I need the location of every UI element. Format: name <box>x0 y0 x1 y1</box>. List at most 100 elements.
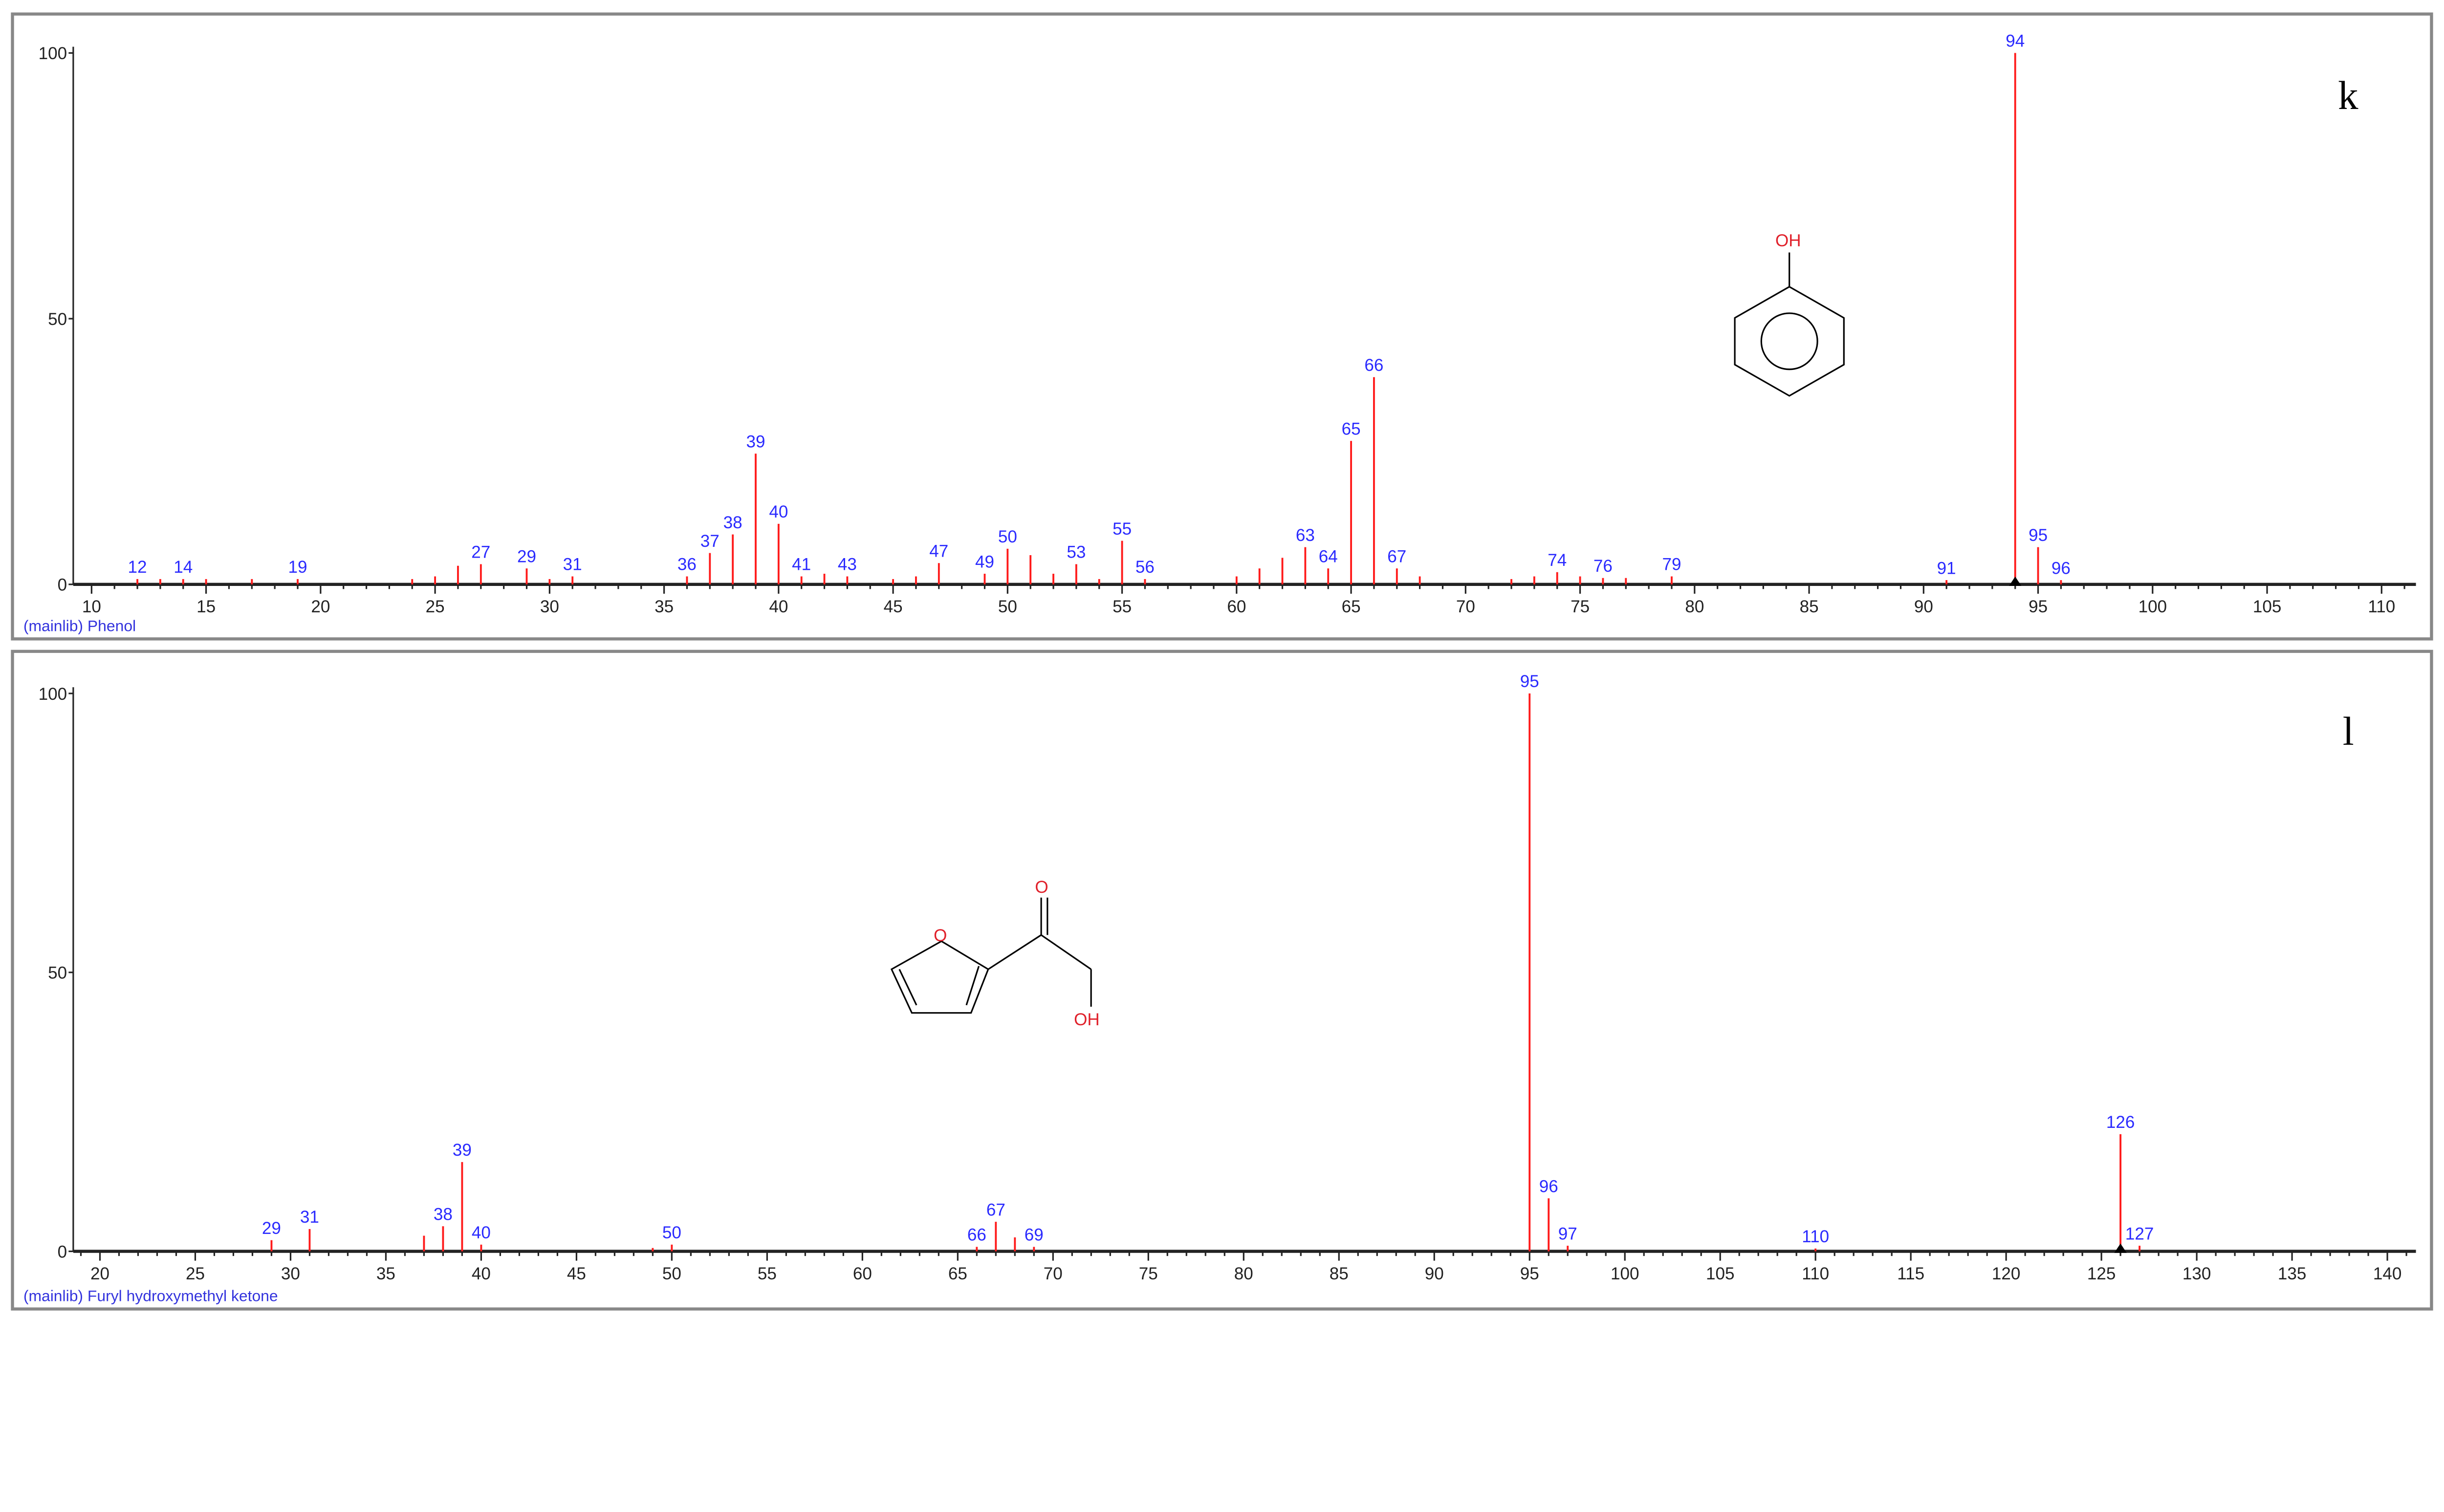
x-tick-label: 15 <box>196 597 216 616</box>
x-tick-label: 90 <box>1425 1264 1444 1283</box>
peak-label: 36 <box>677 555 697 574</box>
panel-frame <box>11 649 2433 1311</box>
peak-label: 31 <box>563 555 582 574</box>
peak-label: 67 <box>986 1200 1005 1219</box>
peak-label: 40 <box>769 502 788 521</box>
peak-label: 96 <box>1539 1177 1558 1196</box>
peak-label: 97 <box>1558 1224 1577 1243</box>
hydroxyl-label: OH <box>1775 231 1801 250</box>
x-tick-label: 70 <box>1044 1264 1063 1283</box>
peak-label: 43 <box>838 555 857 574</box>
ring-oxygen-label: O <box>934 926 947 945</box>
x-tick-label: 135 <box>2278 1264 2307 1283</box>
x-tick-label: 75 <box>1571 597 1590 616</box>
peak-label: 65 <box>1342 419 1361 438</box>
y-tick-label: 50 <box>48 964 67 983</box>
y-tick-label: 100 <box>39 44 67 63</box>
peak-label: 55 <box>1113 519 1132 539</box>
peak-label: 95 <box>2029 526 2048 545</box>
x-tick-label: 130 <box>2182 1264 2211 1283</box>
x-tick-label: 55 <box>758 1264 777 1283</box>
x-tick-label: 80 <box>1685 597 1704 616</box>
peak-label: 110 <box>1802 1227 1829 1246</box>
x-tick-label: 65 <box>948 1264 967 1283</box>
peak-label: 66 <box>1364 356 1383 375</box>
peak-label: 37 <box>700 532 720 551</box>
peak-label: 38 <box>434 1205 453 1224</box>
y-tick-label: 50 <box>48 310 67 329</box>
x-tick-label: 40 <box>472 1264 491 1283</box>
y-tick-label: 0 <box>58 576 67 595</box>
x-tick-label: 105 <box>2253 597 2282 616</box>
x-tick-label: 10 <box>82 597 101 616</box>
x-tick-label: 100 <box>1611 1264 1639 1283</box>
x-tick-label: 85 <box>1330 1264 1349 1283</box>
peak-label: 12 <box>128 558 147 577</box>
x-tick-label: 120 <box>1992 1264 2021 1283</box>
x-tick-label: 45 <box>567 1264 586 1283</box>
x-tick-label: 25 <box>186 1264 205 1283</box>
peak-label: 69 <box>1025 1226 1044 1245</box>
x-tick-label: 80 <box>1234 1264 1253 1283</box>
peak-label: 19 <box>288 558 307 577</box>
x-tick-label: 30 <box>281 1264 300 1283</box>
peak-label: 76 <box>1593 557 1613 576</box>
panel-letter: l <box>2343 709 2354 754</box>
peak-label: 53 <box>1067 543 1086 562</box>
peak-label: 74 <box>1548 551 1567 570</box>
hydroxyl-label: OH <box>1074 1010 1100 1029</box>
peak-label: 91 <box>1937 559 1956 578</box>
peak-label: 31 <box>300 1208 319 1227</box>
peak-label: 66 <box>967 1226 986 1245</box>
peak-label: 50 <box>998 527 1017 546</box>
library-label: (mainlib) Furyl hydroxymethyl ketone <box>23 1287 278 1305</box>
x-tick-label: 125 <box>2087 1264 2116 1283</box>
peak-label: 96 <box>2051 559 2071 578</box>
y-tick-label: 0 <box>58 1242 67 1261</box>
carbonyl-oxygen-label: O <box>1035 878 1048 897</box>
x-tick-label: 30 <box>540 597 559 616</box>
peak-label: 29 <box>517 547 536 566</box>
peak-label: 14 <box>174 558 193 577</box>
mass-spectra-figure: k (mainlib) Phenol OH 0 50 100 10 15 20 25 30 35… <box>11 12 2433 1311</box>
peak-label: 47 <box>929 542 948 561</box>
panel-phenol: k (mainlib) Phenol OH 0 50 100 10 15 20 25 30 35… <box>11 12 2433 641</box>
peak-label: 67 <box>1387 547 1406 566</box>
peak-label: 41 <box>792 555 811 574</box>
peak-label: 56 <box>1135 558 1155 577</box>
x-tick-label: 110 <box>2368 597 2395 616</box>
x-tick-label: 20 <box>90 1264 109 1283</box>
peak-label: 27 <box>471 543 490 562</box>
peak-label: 95 <box>1520 672 1539 691</box>
x-tick-label: 70 <box>1456 597 1475 616</box>
peak-label: 39 <box>453 1141 472 1160</box>
peak-label: 38 <box>723 513 742 532</box>
x-tick-label: 100 <box>2138 597 2167 616</box>
x-tick-label: 60 <box>853 1264 872 1283</box>
peak-label: 63 <box>1296 526 1315 545</box>
panel-furyl-hydroxymethyl-ketone: l (mainlib) Furyl hydroxymethyl ketone O… <box>11 649 2433 1311</box>
x-tick-label: 75 <box>1139 1264 1158 1283</box>
x-tick-label: 35 <box>376 1264 395 1283</box>
library-label: (mainlib) Phenol <box>23 617 136 634</box>
y-tick-label: 100 <box>39 685 67 704</box>
peak-label: 126 <box>2106 1113 2135 1132</box>
peak-label: 79 <box>1662 555 1681 574</box>
peak-label: 49 <box>975 552 994 571</box>
x-tick-label: 115 <box>1897 1264 1924 1283</box>
x-tick-label: 140 <box>2373 1264 2402 1283</box>
x-tick-label: 50 <box>662 1264 681 1283</box>
x-tick-label: 40 <box>769 597 788 616</box>
peak-label: 50 <box>662 1223 681 1242</box>
panel-letter: k <box>2338 73 2358 118</box>
x-tick-label: 90 <box>1914 597 1933 616</box>
x-tick-label: 60 <box>1227 597 1246 616</box>
x-tick-label: 85 <box>1800 597 1819 616</box>
x-tick-label: 105 <box>1706 1264 1735 1283</box>
peak-label: 40 <box>472 1223 491 1242</box>
x-tick-label: 35 <box>655 597 674 616</box>
x-tick-label: 55 <box>1113 597 1132 616</box>
x-tick-label: 110 <box>1802 1264 1829 1283</box>
peak-label: 127 <box>2125 1224 2154 1243</box>
x-tick-label: 25 <box>426 597 445 616</box>
